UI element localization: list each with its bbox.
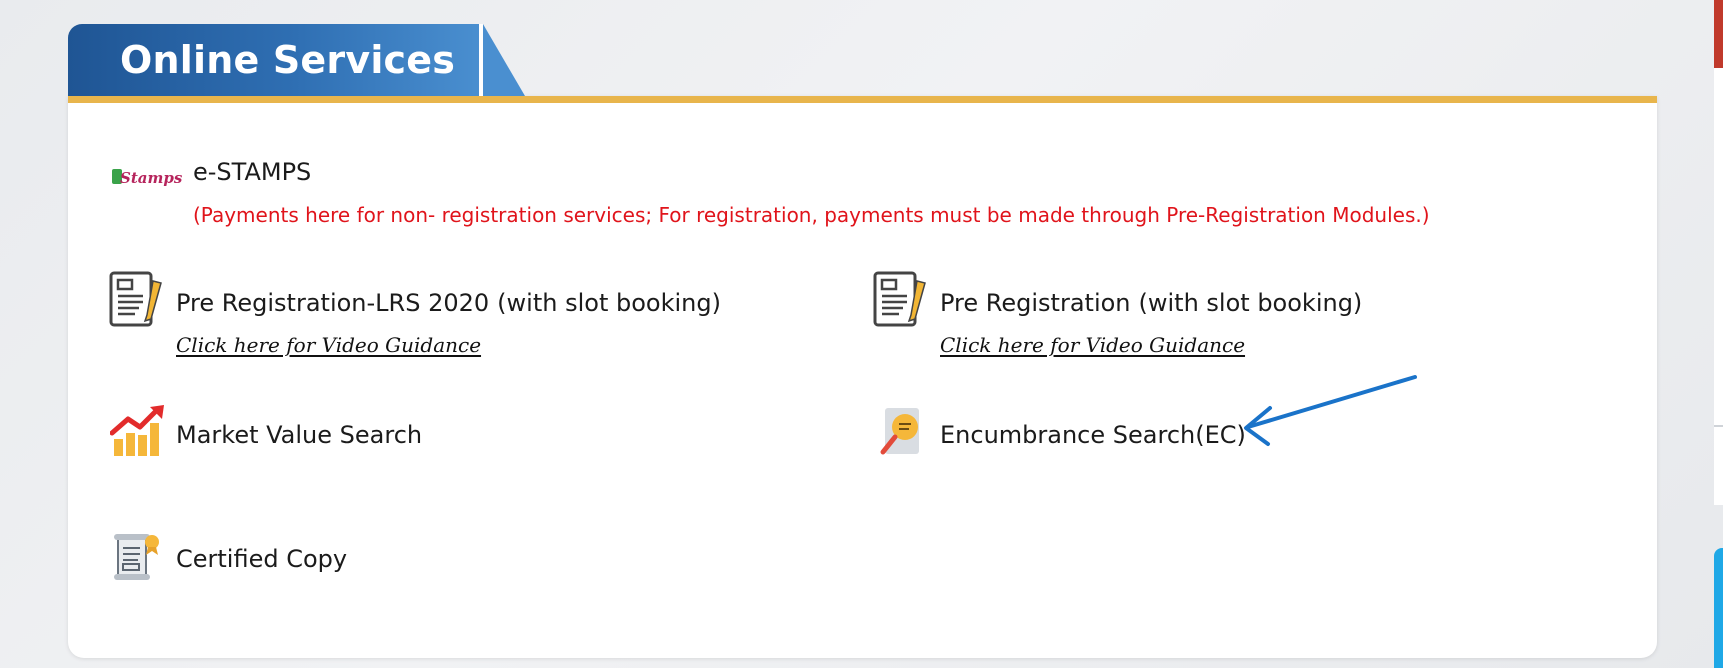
side-blue-accent: [1714, 548, 1723, 668]
encumbrance-search-label: Encumbrance Search(EC): [940, 421, 1246, 449]
svg-text:Stamps: Stamps: [120, 169, 183, 187]
header-gold-bar: [68, 96, 1657, 103]
certified-copy-link[interactable]: Certified Copy: [176, 545, 347, 573]
document-pen-icon: [873, 271, 926, 327]
estamps-logo: Stamps: [112, 169, 183, 187]
encumbrance-search-link[interactable]: Encumbrance Search(EC): [940, 421, 1246, 449]
online-services-header: Online Services: [68, 24, 482, 96]
certificate-scroll-icon: [114, 534, 159, 580]
chart-growth-icon: [110, 405, 164, 456]
side-panel-edge: [1714, 0, 1723, 505]
annotation-arrow: [1244, 375, 1417, 446]
pre-registration-lrs-link[interactable]: Pre Registration-LRS 2020 (with slot boo…: [176, 289, 721, 317]
pre-registration-video-guidance-link[interactable]: Click here for Video Guidance: [940, 333, 1245, 357]
estamps-link[interactable]: e-STAMPS: [193, 158, 311, 186]
document-pen-icon: [109, 271, 162, 327]
pre-registration-link[interactable]: Pre Registration (with slot booking): [940, 289, 1362, 317]
market-value-search-label: Market Value Search: [176, 421, 423, 449]
magnifier-document-icon: [880, 408, 919, 455]
estamps-label: e-STAMPS: [193, 158, 312, 186]
pre-registration-label: Pre Registration: [940, 289, 1131, 317]
header-slant-decoration: [483, 24, 525, 96]
side-red-accent: [1714, 0, 1723, 68]
certified-copy-label: Certified Copy: [176, 545, 348, 573]
pre-registration-lrs-suffix: (with slot booking): [497, 289, 721, 317]
estamps-payment-note: (Payments here for non- registration ser…: [193, 203, 1430, 227]
market-value-search-link[interactable]: Market Value Search: [176, 421, 422, 449]
pre-registration-suffix: (with slot booking): [1138, 289, 1363, 317]
pre-registration-lrs-label: Pre Registration-LRS 2020: [176, 289, 490, 317]
lrs-video-guidance-link[interactable]: Click here for Video Guidance: [176, 333, 481, 357]
page-title: Online Services: [120, 38, 456, 82]
side-divider: [1714, 425, 1723, 427]
